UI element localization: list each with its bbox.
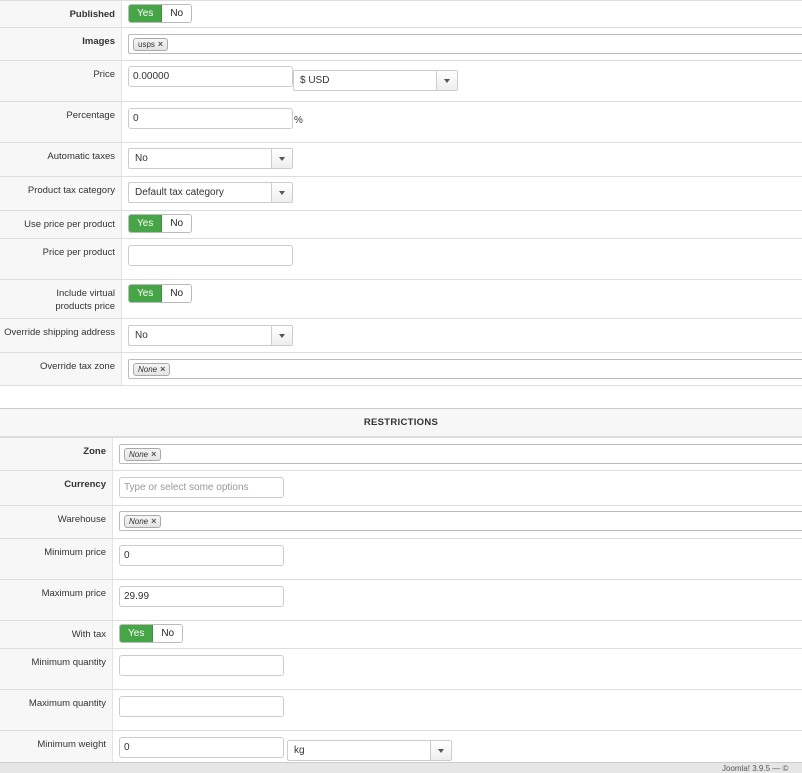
published-label: Published — [0, 1, 122, 27]
status-footer: Joomla! 3.9.5 — © — [0, 762, 802, 773]
currency-select-value: $ USD — [300, 75, 330, 86]
override-shipping-address-label: Override shipping address — [0, 319, 122, 352]
minimum-weight-label: Minimum weight — [0, 731, 113, 762]
minimum-quantity-label: Minimum quantity — [0, 649, 113, 689]
zone-label: Zone — [0, 438, 113, 470]
chevron-down-icon[interactable] — [271, 149, 292, 168]
override-shipping-address-select[interactable]: No — [128, 325, 293, 346]
maximum-price-input[interactable]: 29.99 — [119, 586, 284, 607]
maximum-price-label: Maximum price — [0, 580, 113, 620]
use-price-per-product-label: Use price per product — [0, 211, 122, 238]
percentage-label: Percentage — [0, 102, 122, 142]
override-tax-zone-tag-label: None — [138, 365, 158, 374]
zone-tag: None × — [124, 448, 162, 461]
product-tax-category-select[interactable]: Default tax category — [128, 182, 293, 203]
published-no[interactable]: No — [162, 5, 192, 22]
override-shipping-address-row: Override shipping address No — [0, 318, 802, 352]
published-yes[interactable]: Yes — [129, 5, 163, 22]
images-tag-input[interactable]: usps × — [128, 34, 802, 54]
automatic-taxes-select[interactable]: No — [128, 148, 293, 169]
with-tax-row: With tax Yes No — [0, 620, 802, 648]
override-tax-zone-tag-input[interactable]: None × — [128, 359, 802, 379]
currency-select[interactable]: $ USD — [293, 70, 458, 91]
product-tax-category-label: Product tax category — [0, 177, 122, 210]
with-tax-no[interactable]: No — [153, 625, 183, 642]
override-shipping-address-value: No — [135, 330, 148, 341]
warehouse-label: Warehouse — [0, 506, 113, 538]
include-virtual-no[interactable]: No — [162, 285, 192, 302]
price-row: Price 0.00000 $ USD — [0, 60, 802, 101]
chevron-down-icon[interactable] — [436, 71, 457, 90]
maximum-price-row: Maximum price 29.99 — [0, 579, 802, 620]
automatic-taxes-value: No — [135, 153, 148, 164]
include-virtual-label-line2: products price — [55, 301, 115, 312]
zone-tag-input[interactable]: None × — [119, 444, 802, 464]
with-tax-toggle[interactable]: Yes No — [119, 624, 184, 643]
remove-tag-icon[interactable]: × — [158, 39, 163, 50]
override-tax-zone-row: Override tax zone None × — [0, 352, 802, 386]
minimum-weight-input[interactable]: 0 — [119, 737, 284, 758]
remove-tag-icon[interactable]: × — [151, 449, 156, 460]
restrictions-header: RESTRICTIONS — [0, 408, 802, 437]
maximum-quantity-label: Maximum quantity — [0, 690, 113, 730]
price-input[interactable]: 0.00000 — [128, 66, 293, 87]
include-virtual-label: Include virtual products price — [0, 280, 122, 318]
minimum-price-label: Minimum price — [0, 539, 113, 579]
automatic-taxes-label: Automatic taxes — [0, 143, 122, 176]
image-tag: usps × — [133, 38, 169, 51]
images-row: Images usps × — [0, 27, 802, 60]
percentage-row: Percentage 0 % — [0, 101, 802, 142]
minimum-quantity-input[interactable] — [119, 655, 284, 676]
product-tax-category-row: Product tax category Default tax categor… — [0, 176, 802, 210]
minimum-weight-row: Minimum weight 0 kg — [0, 730, 802, 762]
weight-unit-select[interactable]: kg — [287, 740, 452, 761]
image-tag-label: usps — [138, 40, 155, 49]
remove-tag-icon[interactable]: × — [160, 364, 165, 375]
chevron-down-icon[interactable] — [271, 183, 292, 202]
override-tax-zone-label: Override tax zone — [0, 353, 122, 385]
images-label: Images — [0, 28, 122, 60]
chevron-down-icon[interactable] — [430, 741, 451, 760]
use-price-per-product-row: Use price per product Yes No — [0, 210, 802, 238]
price-label: Price — [0, 61, 122, 101]
currency-row: Currency Type or select some options — [0, 470, 802, 505]
use-price-per-product-no[interactable]: No — [162, 215, 192, 232]
use-price-per-product-toggle[interactable]: Yes No — [128, 214, 193, 233]
maximum-quantity-row: Maximum quantity — [0, 689, 802, 730]
warehouse-tag-label: None — [129, 517, 149, 526]
footer-version-text: Joomla! 3.9.5 — © — [722, 764, 789, 773]
price-per-product-row: Price per product — [0, 238, 802, 279]
percentage-input[interactable]: 0 — [128, 108, 293, 129]
price-per-product-label: Price per product — [0, 239, 122, 279]
zone-row: Zone None × — [0, 437, 802, 470]
warehouse-tag: None × — [124, 515, 162, 528]
minimum-quantity-row: Minimum quantity — [0, 648, 802, 689]
automatic-taxes-row: Automatic taxes No — [0, 142, 802, 176]
include-virtual-toggle[interactable]: Yes No — [128, 284, 193, 303]
include-virtual-label-line1: Include virtual — [56, 288, 115, 299]
minimum-price-row: Minimum price 0 — [0, 538, 802, 579]
with-tax-label: With tax — [0, 621, 113, 648]
override-tax-zone-tag: None × — [133, 363, 171, 376]
published-row: Published Yes No — [0, 0, 802, 27]
weight-unit-value: kg — [294, 745, 305, 756]
published-toggle[interactable]: Yes No — [128, 4, 193, 23]
currency-input[interactable]: Type or select some options — [119, 477, 284, 498]
zone-tag-label: None — [129, 450, 149, 459]
warehouse-row: Warehouse None × — [0, 505, 802, 538]
price-per-product-input[interactable] — [128, 245, 293, 266]
include-virtual-row: Include virtual products price Yes No — [0, 279, 802, 318]
with-tax-yes[interactable]: Yes — [120, 625, 154, 642]
currency-label: Currency — [0, 471, 113, 505]
warehouse-tag-input[interactable]: None × — [119, 511, 802, 531]
shipping-method-form: Published Yes No Images usps × Price 0.00… — [0, 0, 802, 773]
use-price-per-product-yes[interactable]: Yes — [129, 215, 163, 232]
percentage-suffix: % — [294, 115, 303, 126]
product-tax-category-value: Default tax category — [135, 187, 224, 198]
minimum-price-input[interactable]: 0 — [119, 545, 284, 566]
chevron-down-icon[interactable] — [271, 326, 292, 345]
maximum-quantity-input[interactable] — [119, 696, 284, 717]
include-virtual-yes[interactable]: Yes — [129, 285, 163, 302]
remove-tag-icon[interactable]: × — [151, 516, 156, 527]
